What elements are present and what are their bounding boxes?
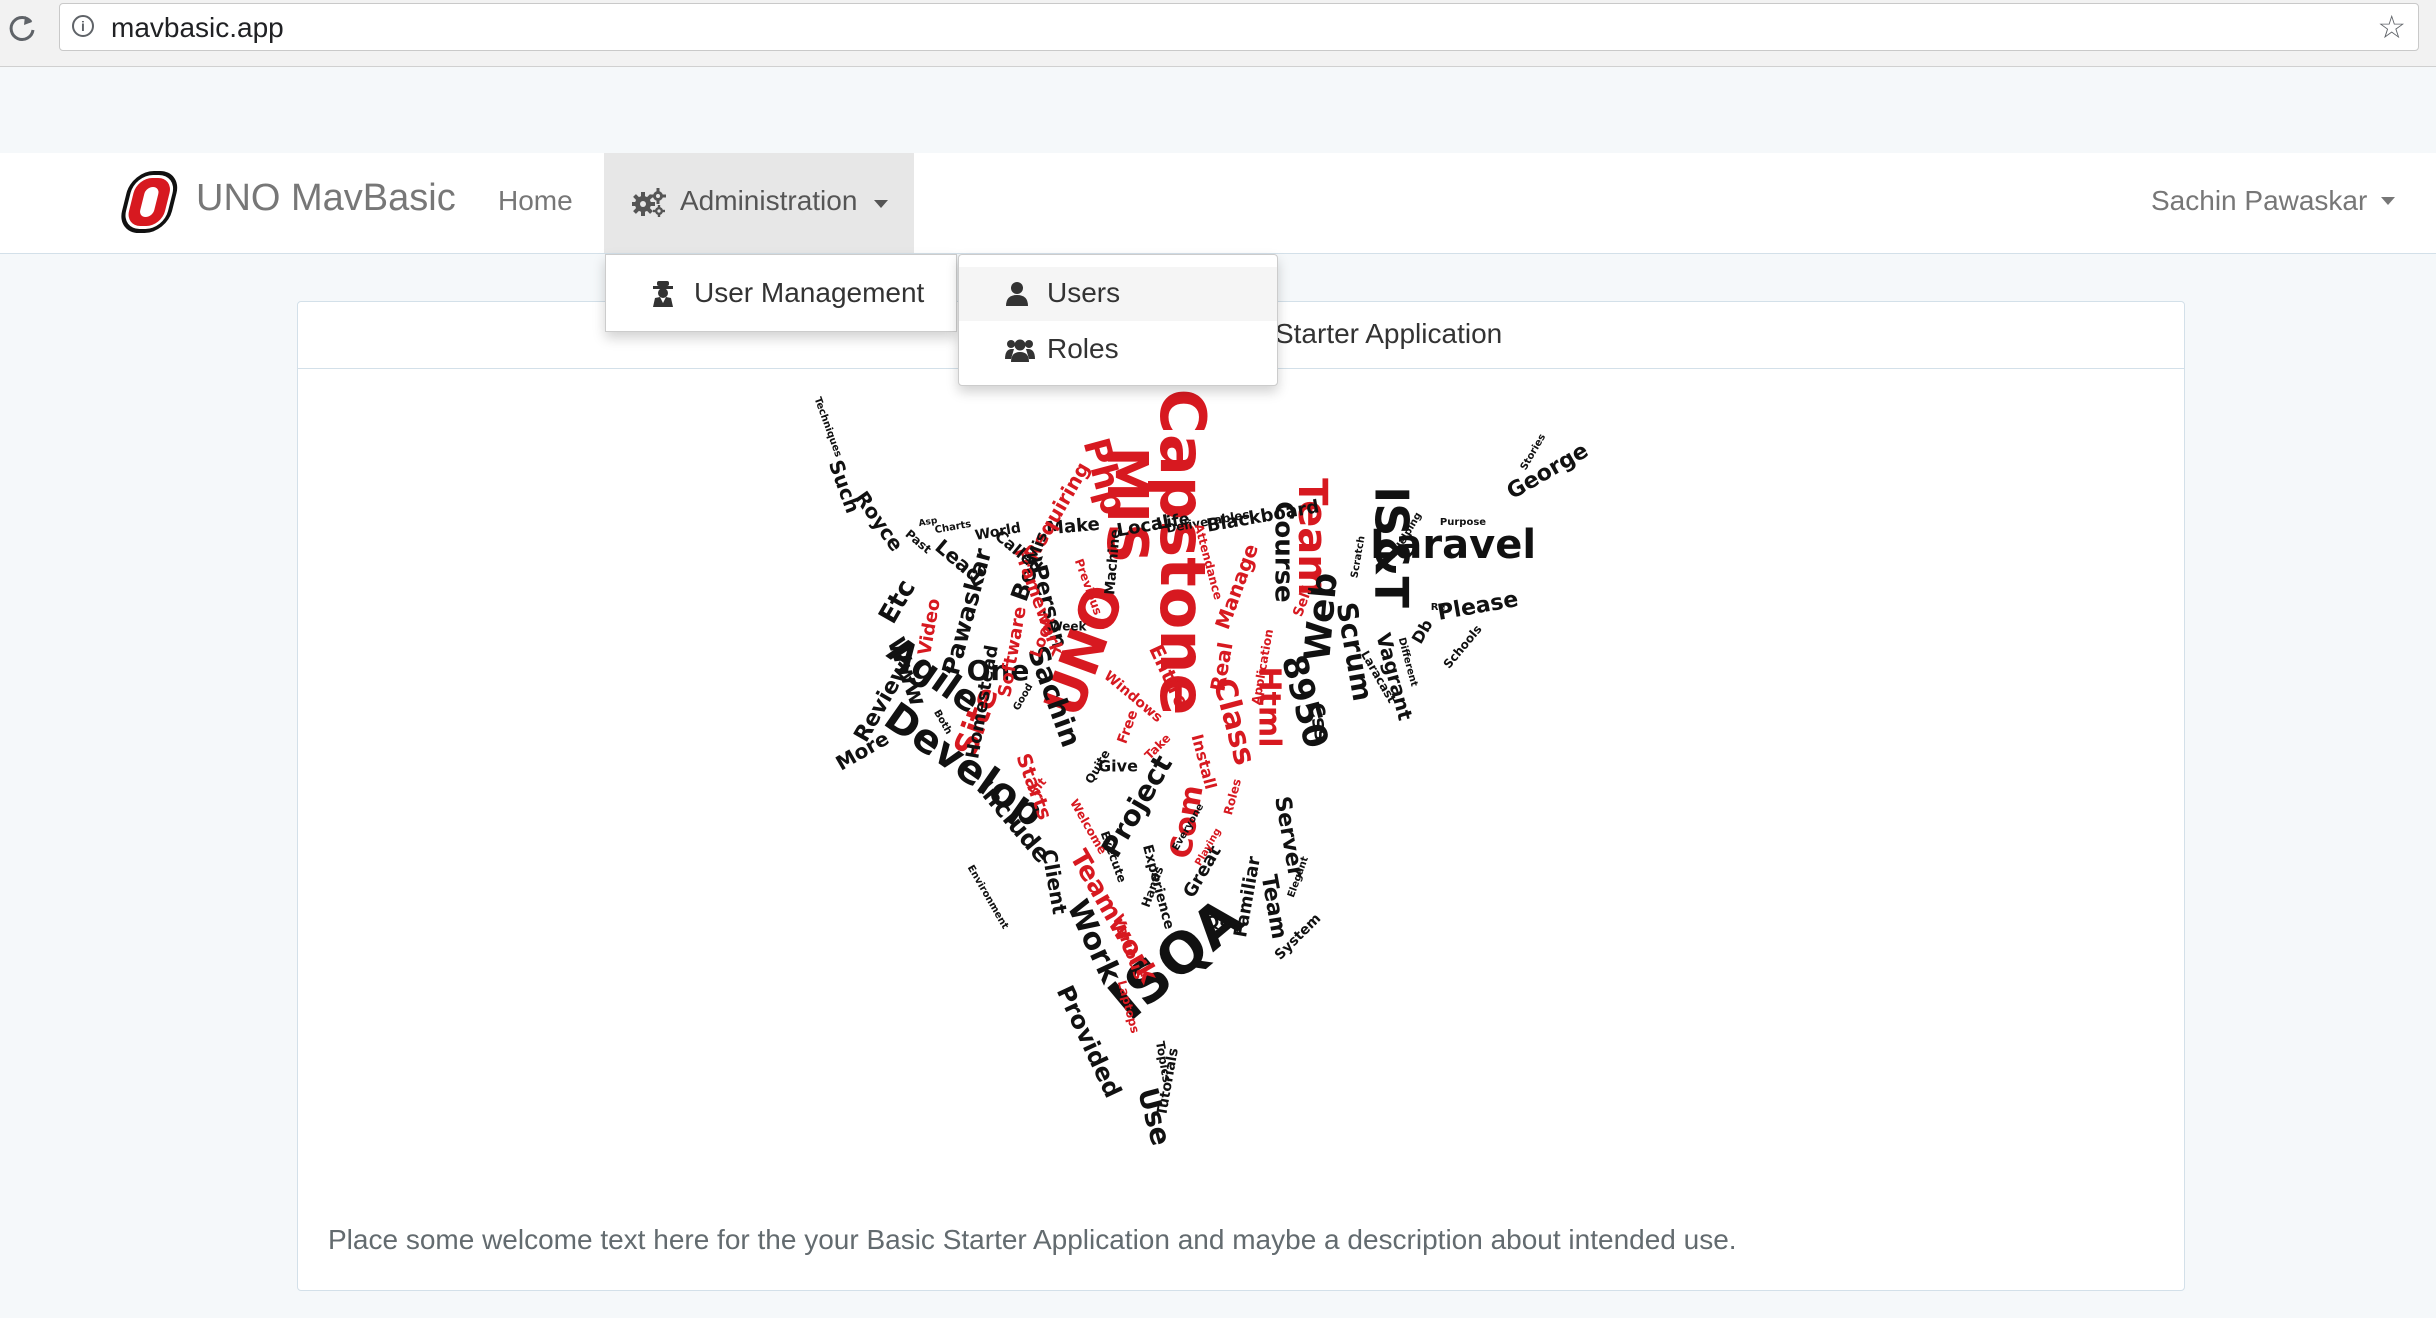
word-cloud-word: Please — [1436, 587, 1521, 626]
user-icon — [1006, 282, 1028, 306]
word-cloud-word: Team — [1256, 873, 1292, 941]
uno-maverick-word-cloud: CapstoneMISUNOISQAIS&TTeamPhpDevelopLara… — [812, 388, 1593, 1149]
submenu-item-users[interactable]: Users — [959, 267, 1277, 321]
submenu-item-users-label: Users — [1047, 277, 1121, 308]
word-cloud-word: Roles — [1221, 777, 1244, 816]
menu-item-user-management-label: User Management — [694, 277, 925, 308]
url-text[interactable]: mavbasic.app — [111, 12, 284, 44]
word-cloud-word: Free — [1115, 708, 1142, 746]
welcome-text: Place some welcome text here for the you… — [328, 1224, 1737, 1255]
user-management-submenu: Users Roles — [958, 254, 1278, 386]
chevron-down-icon — [874, 200, 888, 208]
welcome-panel: Welcome to Your Basic Starter Applicatio… — [297, 301, 2185, 1291]
address-bar[interactable]: i mavbasic.app ☆ — [59, 3, 2419, 51]
gears-icon — [632, 188, 666, 217]
word-cloud-word: Etc — [873, 575, 922, 629]
user-name: Sachin Pawaskar — [2151, 185, 2368, 216]
word-cloud-word: Video — [914, 597, 945, 657]
brand-title[interactable]: UNO MavBasic — [196, 177, 456, 220]
navbar: UNO MavBasic Home Administration Sachin … — [0, 153, 2436, 254]
nav-home[interactable]: Home — [498, 185, 573, 217]
submenu-item-roles[interactable]: Roles — [959, 323, 1277, 377]
word-cloud-word: Install — [1188, 732, 1221, 791]
word-cloud-words: CapstoneMISUNOISQAIS&TTeamPhpDevelopLara… — [812, 388, 1593, 1149]
nav-administration[interactable]: Administration — [604, 153, 914, 253]
word-cloud-word: Environment — [965, 863, 1011, 931]
info-icon[interactable]: i — [72, 15, 94, 37]
users-icon — [1005, 339, 1035, 362]
reload-icon[interactable] — [0, 6, 44, 50]
word-cloud-word: Week — [1049, 620, 1087, 634]
star-icon[interactable]: ☆ — [2377, 8, 2406, 46]
word-cloud-word: Royce — [850, 487, 908, 556]
user-secret-icon — [653, 281, 673, 307]
uno-logo[interactable] — [113, 167, 185, 237]
word-cloud-word: Techniques — [812, 396, 844, 459]
browser-toolbar: i mavbasic.app ☆ — [0, 0, 2436, 67]
reload-icon-svg — [9, 15, 35, 41]
word-cloud-word: Topics — [1153, 1040, 1174, 1084]
nav-administration-label: Administration — [680, 185, 858, 216]
word-cloud-word: Schools — [1441, 622, 1485, 671]
nav-user-menu[interactable]: Sachin Pawaskar — [2151, 185, 2396, 217]
administration-dropdown: User Management — [605, 254, 957, 332]
chevron-down-icon — [2381, 196, 2396, 205]
word-cloud-word: George — [1503, 438, 1593, 504]
word-cloud-word: Charts — [934, 519, 972, 536]
submenu-item-roles-label: Roles — [1047, 333, 1119, 364]
word-cloud-word: Purpose — [1440, 517, 1486, 528]
word-cloud-word: Db — [1408, 616, 1437, 647]
word-cloud-word: Re — [1431, 602, 1446, 613]
